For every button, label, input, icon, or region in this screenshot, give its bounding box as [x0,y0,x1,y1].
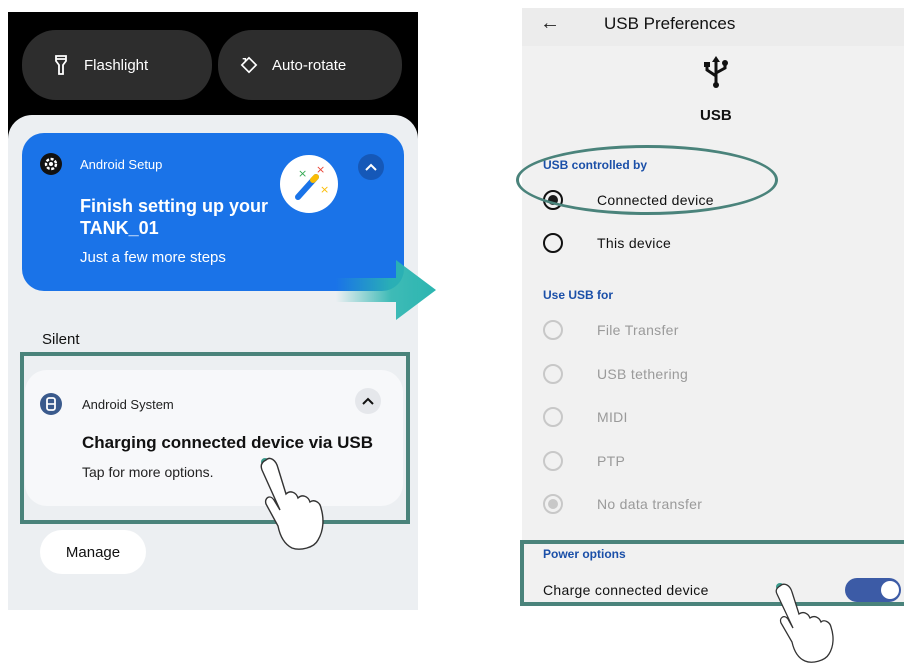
highlight-box-notification [20,352,410,524]
pointing-hand-icon [260,457,324,550]
radio-ptp[interactable]: PTP [543,451,625,471]
transition-arrow-icon [336,260,436,320]
radio-this-device[interactable]: This device [543,233,671,253]
radio-file-transfer[interactable]: File Transfer [543,320,679,340]
setup-app-name: Android Setup [80,157,163,172]
radio-label: PTP [597,453,626,469]
flashlight-tile[interactable]: Flashlight [22,30,212,100]
auto-rotate-label: Auto-rotate [272,56,347,74]
radio-button[interactable] [543,233,563,253]
radio-button[interactable] [543,451,563,471]
auto-rotate-tile[interactable]: Auto-rotate [218,30,402,100]
chevron-up-icon [365,163,377,171]
highlight-ellipse [516,145,778,215]
back-arrow-icon[interactable]: ← [540,12,560,35]
radio-label: USB tethering [597,366,689,382]
magic-wand-icon: × × × [280,155,338,213]
use-usb-for-label: Use USB for [543,288,614,302]
radio-button[interactable] [543,494,563,514]
radio-no-data-transfer[interactable]: No data transfer [543,494,702,514]
radio-label: This device [597,235,672,251]
highlight-box-power-options [520,540,904,606]
pointing-hand-icon [775,583,834,663]
radio-button[interactable] [543,407,563,427]
radio-button[interactable] [543,320,563,340]
collapse-setup-button[interactable] [358,154,384,180]
svg-text:×: × [316,163,325,176]
usb-icon [704,56,728,88]
silent-section-label: Silent [42,331,80,348]
settings-gear-icon [40,153,62,175]
radio-midi[interactable]: MIDI [543,407,628,427]
auto-rotate-icon [240,56,258,74]
svg-text:×: × [298,167,307,180]
setup-title: Finish setting up your TANK_01 [80,196,268,238]
radio-label: MIDI [597,409,628,425]
usb-label: USB [700,107,732,124]
page-title: USB Preferences [604,14,736,33]
flashlight-icon [55,55,67,75]
flashlight-label: Flashlight [84,56,149,74]
manage-button[interactable]: Manage [40,530,146,574]
radio-label: No data transfer [597,496,703,512]
usb-preferences-screen [522,8,904,606]
radio-label: File Transfer [597,322,679,338]
svg-text:×: × [320,183,329,196]
setup-subtitle: Just a few more steps [80,249,226,266]
radio-button[interactable] [543,364,563,384]
radio-usb-tethering[interactable]: USB tethering [543,364,688,384]
